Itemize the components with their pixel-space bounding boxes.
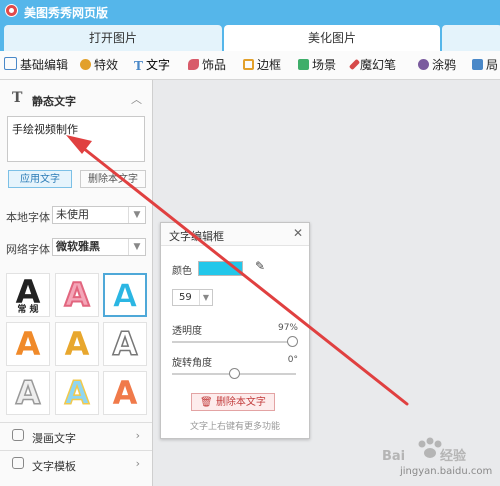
- chevron-right-icon: ›: [135, 429, 140, 442]
- web-font-value: 微软雅黑: [56, 240, 100, 253]
- text-style-cyan[interactable]: A: [103, 273, 147, 317]
- rotation-label: 旋转角度: [172, 358, 212, 369]
- text-edit-dialog: 文字编辑框 ✕ 颜色 ✎ 59 ▼ 透明度 97% 旋转角度 0° 🗑 删除本文…: [160, 222, 310, 439]
- rotation-slider-handle[interactable]: [228, 368, 240, 379]
- scene-icon: [298, 59, 309, 70]
- text-style-rainbow[interactable]: A: [55, 371, 99, 415]
- text-content-input[interactable]: 手绘视频制作: [7, 116, 145, 162]
- opacity-value: 97%: [277, 323, 298, 333]
- opacity-slider[interactable]: [172, 341, 296, 343]
- section-title: 静态文字: [32, 95, 76, 108]
- opacity-label: 透明度: [172, 326, 202, 337]
- svg-text:Bai: Bai: [382, 449, 405, 464]
- font-size-select[interactable]: 59 ▼: [172, 289, 213, 306]
- bow-icon: [188, 59, 199, 70]
- chevron-up-icon: ︿: [131, 93, 142, 106]
- edit-icon: [4, 57, 17, 70]
- tool-partial[interactable]: 局: [472, 51, 498, 79]
- close-icon[interactable]: ✕: [293, 226, 303, 240]
- chevron-down-icon: ▼: [199, 290, 212, 305]
- tab-more[interactable]: [442, 25, 500, 51]
- app-title: 美图秀秀网页版: [24, 6, 109, 20]
- tab-bar: 打开图片 美化图片: [0, 22, 500, 51]
- text-style-orange-dots[interactable]: A: [6, 322, 50, 366]
- apply-text-button[interactable]: 应用文字: [8, 170, 72, 188]
- eyedropper-icon[interactable]: ✎: [255, 259, 265, 273]
- tool-basic-edit[interactable]: 基础编辑: [4, 51, 68, 79]
- tool-doodle[interactable]: 涂鸦: [418, 51, 456, 79]
- frame-icon: [243, 59, 254, 70]
- dialog-title: 文字编辑框: [169, 230, 224, 243]
- svg-text:经验: 经验: [440, 448, 467, 464]
- color-swatch[interactable]: [198, 261, 243, 276]
- tool-magic-pen[interactable]: 魔幻笔: [348, 51, 396, 79]
- text-template-item[interactable]: 文字模板 ›: [0, 450, 152, 477]
- tool-text[interactable]: T 文字: [134, 51, 170, 79]
- tool-scene[interactable]: 场景: [298, 51, 336, 79]
- local-font-value: 未使用: [56, 208, 89, 221]
- local-font-label: 本地字体: [6, 211, 50, 224]
- delete-text-button[interactable]: 删除本文字: [80, 170, 146, 188]
- web-font-select[interactable]: 微软雅黑 ▼: [52, 238, 146, 256]
- partial-icon: [472, 59, 483, 70]
- text-icon: T: [134, 59, 143, 73]
- style-caption: 常 规: [17, 305, 39, 315]
- web-font-label: 网络字体: [6, 243, 50, 256]
- text-icon: T: [12, 90, 23, 106]
- toolbar: 基础编辑 特效 T 文字 饰品 边框 场景 魔幻笔 涂鸦 局: [0, 51, 500, 80]
- chevron-down-icon: ▼: [128, 207, 145, 223]
- opacity-slider-handle[interactable]: [286, 336, 298, 347]
- text-template-icon: [12, 457, 24, 469]
- rotation-value: 0°: [287, 355, 298, 365]
- comic-text-icon: [12, 429, 24, 441]
- tool-frame[interactable]: 边框: [243, 51, 281, 79]
- text-style-silver[interactable]: A: [6, 371, 50, 415]
- tool-accessories[interactable]: 饰品: [188, 51, 226, 79]
- trash-icon: 🗑: [200, 397, 213, 408]
- magic-wand-icon: [80, 59, 91, 70]
- dialog-delete-text-button[interactable]: 🗑 删除本文字: [191, 393, 275, 411]
- dialog-hint: 文字上右键有更多功能: [189, 422, 280, 432]
- title-bar: 美图秀秀网页版: [0, 0, 500, 22]
- comic-text-item[interactable]: 漫画文字 ›: [0, 422, 152, 449]
- local-font-select[interactable]: 未使用 ▼: [52, 206, 146, 224]
- text-style-gold[interactable]: A: [55, 322, 99, 366]
- chevron-down-icon: ▼: [128, 239, 145, 255]
- text-style-pink-outline[interactable]: A: [55, 273, 99, 317]
- app-logo-icon: [5, 4, 18, 17]
- watermark-url: jingyan.baidu.com: [400, 466, 493, 477]
- static-text-section-header[interactable]: T 静态文字 ︿: [0, 86, 152, 112]
- text-style-regular[interactable]: A常 规: [6, 273, 50, 317]
- magic-pen-icon: [348, 58, 361, 71]
- text-style-orange-gradient[interactable]: A: [103, 371, 147, 415]
- tab-open-image[interactable]: 打开图片: [4, 25, 222, 51]
- brush-icon: [418, 59, 429, 70]
- text-style-white-outline[interactable]: A: [103, 322, 147, 366]
- tool-effects[interactable]: 特效: [80, 51, 118, 79]
- chevron-right-icon: ›: [135, 457, 140, 470]
- tab-beautify-image[interactable]: 美化图片: [224, 25, 440, 51]
- color-label: 颜色: [172, 266, 192, 277]
- dialog-header[interactable]: 文字编辑框 ✕: [161, 223, 309, 246]
